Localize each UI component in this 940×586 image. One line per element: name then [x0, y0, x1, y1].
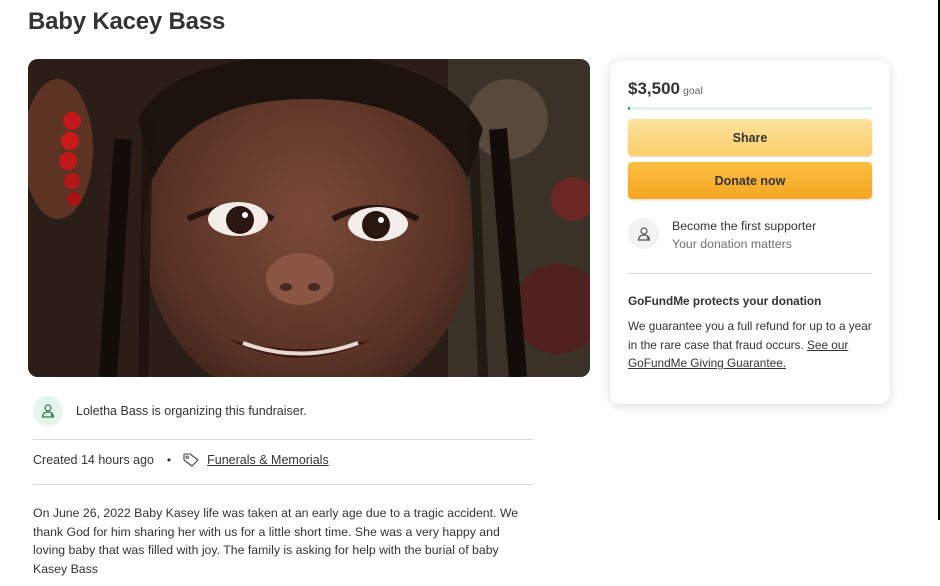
protection-title: GoFundMe protects your donation [628, 294, 822, 308]
created-time: Created 14 hours ago [33, 453, 154, 467]
page-title: Baby Kacey Bass [28, 8, 226, 35]
supporter-subtitle: Your donation matters [672, 237, 792, 251]
protection-text: We guarantee you a full refund for up to… [628, 317, 872, 373]
user-icon [33, 396, 63, 426]
fundraiser-photo [28, 59, 590, 377]
organizer-text: Loletha Bass is organizing this fundrais… [76, 404, 307, 418]
goal-label: goal [683, 85, 703, 97]
progress-bar [628, 107, 872, 110]
fundraiser-meta: Created 14 hours ago • Funerals & Memori… [33, 453, 329, 467]
divider [33, 439, 533, 440]
tag-icon [183, 453, 199, 467]
category-link[interactable]: Funerals & Memorials [207, 453, 329, 467]
divider [33, 484, 533, 485]
supporter-row: Become the first supporter Your donation… [628, 218, 816, 254]
story-text: On June 26, 2022 Baby Kasey life was tak… [33, 506, 519, 576]
donation-card: $3,500 goal Share Donate now Become the f… [610, 60, 890, 404]
donate-button[interactable]: Donate now [628, 162, 872, 199]
card-divider [628, 273, 872, 274]
progress-fill [628, 107, 631, 110]
meta-separator: • [166, 453, 172, 467]
organizer-row: Loletha Bass is organizing this fundrais… [33, 396, 307, 426]
amount-value: $3,500 [628, 79, 680, 98]
supporter-title: Become the first supporter [672, 219, 817, 233]
supporter-icon [628, 218, 659, 249]
share-button[interactable]: Share [628, 119, 872, 156]
goal-amount: $3,500 goal [628, 79, 703, 99]
